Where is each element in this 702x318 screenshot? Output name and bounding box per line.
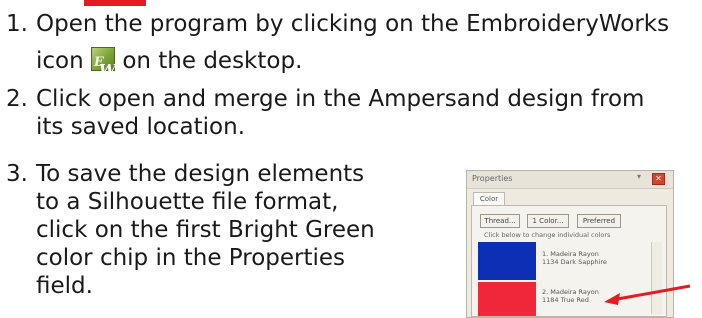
pointer-arrow (604, 284, 691, 305)
pointer-arrow-line (611, 284, 691, 302)
pointer-arrow-head (604, 293, 620, 305)
